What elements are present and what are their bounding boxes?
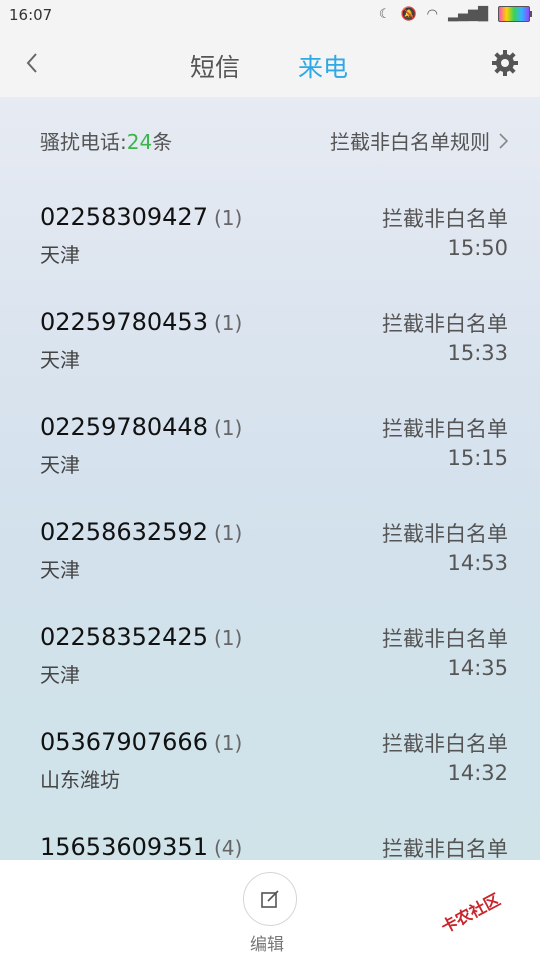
header: 短信 来电	[0, 30, 540, 98]
summary-bar: 骚扰电话:24条 拦截非白名单规则	[0, 97, 540, 179]
phone-number: 05367907666 (1)	[40, 728, 243, 756]
list-item[interactable]: 02258309427 (1) 天津 拦截非白名单 15:50	[0, 189, 540, 294]
rule-link-label: 拦截非白名单规则	[330, 130, 490, 154]
edit-icon	[261, 890, 279, 908]
call-time: 14:53	[447, 551, 508, 575]
back-button[interactable]	[18, 48, 48, 78]
call-count: (1)	[213, 521, 243, 545]
call-time: 14:35	[447, 656, 508, 680]
block-tag: 拦截非白名单	[382, 732, 508, 756]
location: 天津	[40, 243, 80, 267]
tab-sms[interactable]: 短信	[190, 48, 240, 84]
moon-icon: ☾	[378, 6, 391, 22]
location: 天津	[40, 558, 80, 582]
list-item[interactable]: 15653609351 (4) 拦截非白名单	[0, 819, 540, 860]
list-item[interactable]: 02259780448 (1) 天津 拦截非白名单 15:15	[0, 399, 540, 504]
status-time: 16:07	[9, 6, 53, 24]
signal-icon: ▂▄▆█	[448, 6, 488, 22]
list-item[interactable]: 05367907666 (1) 山东潍坊 拦截非白名单 14:32	[0, 714, 540, 819]
phone-number: 02258632592 (1)	[40, 518, 243, 546]
block-tag: 拦截非白名单	[382, 522, 508, 546]
phone-number: 15653609351 (4)	[40, 833, 243, 860]
status-bar: 16:07 ☾ 🔕 ◠ ▂▄▆█	[0, 0, 540, 30]
battery-icon	[498, 6, 532, 22]
tab-calls[interactable]: 来电	[298, 48, 348, 84]
call-count: (1)	[213, 311, 243, 335]
edit-button[interactable]	[243, 872, 297, 926]
call-time: 15:15	[447, 446, 508, 470]
wifi-icon: ◠	[426, 6, 438, 22]
settings-button[interactable]	[490, 48, 520, 78]
call-count: (4)	[213, 836, 243, 860]
call-list: 02258309427 (1) 天津 拦截非白名单 15:50 022597804…	[0, 189, 540, 860]
location: 山东潍坊	[40, 768, 120, 792]
block-tag: 拦截非白名单	[382, 312, 508, 336]
location: 天津	[40, 348, 80, 372]
call-count: (1)	[213, 416, 243, 440]
gear-icon	[492, 50, 518, 76]
list-item[interactable]: 02258632592 (1) 天津 拦截非白名单 14:53	[0, 504, 540, 609]
call-count: (1)	[213, 626, 243, 650]
chevron-right-icon	[499, 132, 509, 149]
spam-count: 24	[126, 130, 153, 154]
mute-bell-icon: 🔕	[400, 6, 417, 22]
phone-number: 02258309427 (1)	[40, 203, 243, 231]
location: 天津	[40, 453, 80, 477]
list-item[interactable]: 02259780453 (1) 天津 拦截非白名单 15:33	[0, 294, 540, 399]
block-tag: 拦截非白名单	[382, 627, 508, 651]
back-chevron-icon	[26, 53, 37, 73]
call-count: (1)	[213, 206, 243, 230]
list-item[interactable]: 02258352425 (1) 天津 拦截非白名单 14:35	[0, 609, 540, 714]
spam-count-label: 骚扰电话:24条	[40, 130, 173, 154]
block-tag: 拦截非白名单	[382, 207, 508, 231]
phone-number: 02259780453 (1)	[40, 308, 243, 336]
rule-link[interactable]: 拦截非白名单规则	[330, 126, 510, 155]
status-icons: ☾ 🔕 ◠ ▂▄▆█	[378, 6, 532, 22]
call-time: 15:33	[447, 341, 508, 365]
block-tag: 拦截非白名单	[382, 417, 508, 441]
block-tag: 拦截非白名单	[382, 837, 508, 860]
phone-number: 02258352425 (1)	[40, 623, 243, 651]
content-area: 骚扰电话:24条 拦截非白名单规则 02258309427 (1) 天津 拦截非白…	[0, 97, 540, 860]
phone-number: 02259780448 (1)	[40, 413, 243, 441]
call-count: (1)	[213, 731, 243, 755]
edit-label: 编辑	[250, 935, 284, 955]
call-time: 15:50	[447, 236, 508, 260]
call-time: 14:32	[447, 761, 508, 785]
location: 天津	[40, 663, 80, 687]
